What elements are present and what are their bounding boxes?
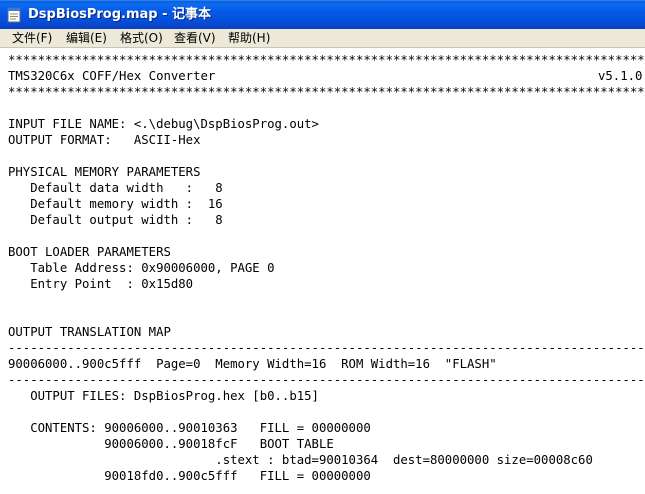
text-line: TMS320C6x COFF/Hex Converter (8, 69, 216, 83)
text-line: ----------------------------------------… (8, 373, 645, 387)
text-line: PHYSICAL MEMORY PARAMETERS (8, 165, 201, 179)
text-line: 90006000..900c5fff Page=0 Memory Width=1… (8, 357, 497, 371)
text-line: .stext : btad=90010364 dest=80000000 siz… (8, 453, 593, 467)
text-line: ****************************************… (8, 53, 645, 67)
window-title: DspBiosProg.map - 记事本 (28, 7, 212, 22)
text-line: Default output width : 8 (8, 213, 223, 227)
text-line: 90006000..90018fcF BOOT TABLE (8, 437, 334, 451)
text-line: Default data width : 8 (8, 181, 223, 195)
menu-bar: 文件(F) 编辑(E) 格式(O) 查看(V) 帮助(H) (0, 29, 645, 48)
text-line: Table Address: 0x90006000, PAGE 0 (8, 261, 275, 275)
menu-help[interactable]: 帮助(H) (226, 30, 272, 47)
text-line: Default memory width : 16 (8, 197, 223, 211)
text-editor[interactable]: ****************************************… (0, 48, 645, 494)
text-line: CONTENTS: 90006000..90010363 FILL = 0000… (8, 421, 371, 435)
version-text: v5.1.0 (598, 69, 643, 83)
notepad-icon[interactable] (6, 7, 22, 23)
text-line: Entry Point : 0x15d80 (8, 277, 194, 291)
text-line: OUTPUT TRANSLATION MAP (8, 325, 171, 339)
text-line: ----------------------------------------… (8, 341, 645, 355)
text-line: 90018fd0..900c5fff FILL = 00000000 (8, 469, 371, 483)
menu-edit[interactable]: 编辑(E) (64, 30, 109, 47)
text-line: ****************************************… (8, 85, 645, 99)
text-line: INPUT FILE NAME: <.\debug\DspBiosProg.ou… (8, 117, 319, 131)
text-line: BOOT LOADER PARAMETERS (8, 245, 171, 259)
text-line: OUTPUT FILES: DspBiosProg.hex [b0..b15] (8, 389, 319, 403)
menu-format[interactable]: 格式(O) (118, 30, 165, 47)
text-line: OUTPUT FORMAT: ASCII-Hex (8, 133, 201, 147)
title-bar: DspBiosProg.map - 记事本 (0, 0, 645, 29)
menu-view[interactable]: 查看(V) (172, 30, 218, 47)
menu-file[interactable]: 文件(F) (10, 30, 54, 47)
